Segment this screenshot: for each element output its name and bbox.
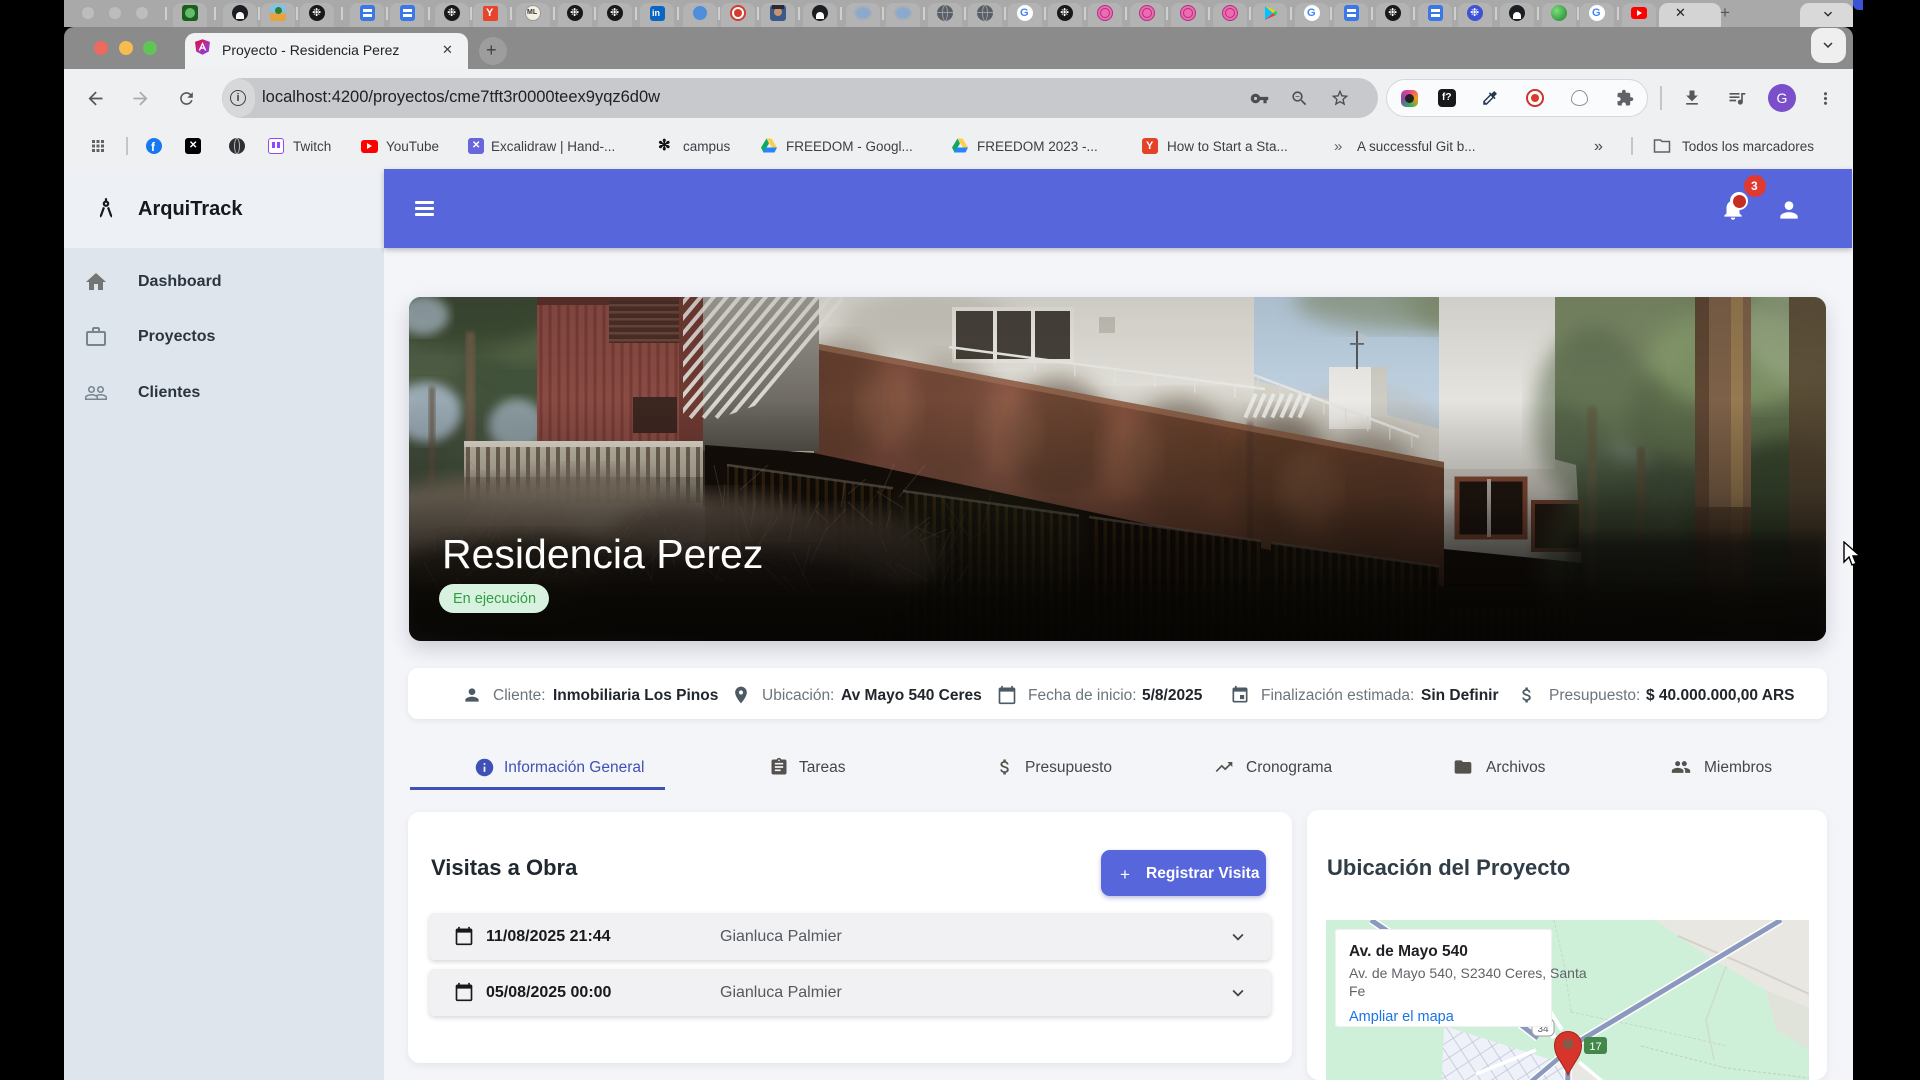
svg-text:Fe: Fe	[1349, 983, 1366, 999]
svg-text:17: 17	[1589, 1041, 1601, 1053]
svg-text:Av. de Mayo 540: Av. de Mayo 540	[1349, 943, 1468, 960]
svg-text:Ampliar el mapa: Ampliar el mapa	[1349, 1009, 1455, 1025]
svg-text:Av. de Mayo 540, S2340 Ceres,: Av. de Mayo 540, S2340 Ceres, Santa	[1349, 965, 1587, 981]
